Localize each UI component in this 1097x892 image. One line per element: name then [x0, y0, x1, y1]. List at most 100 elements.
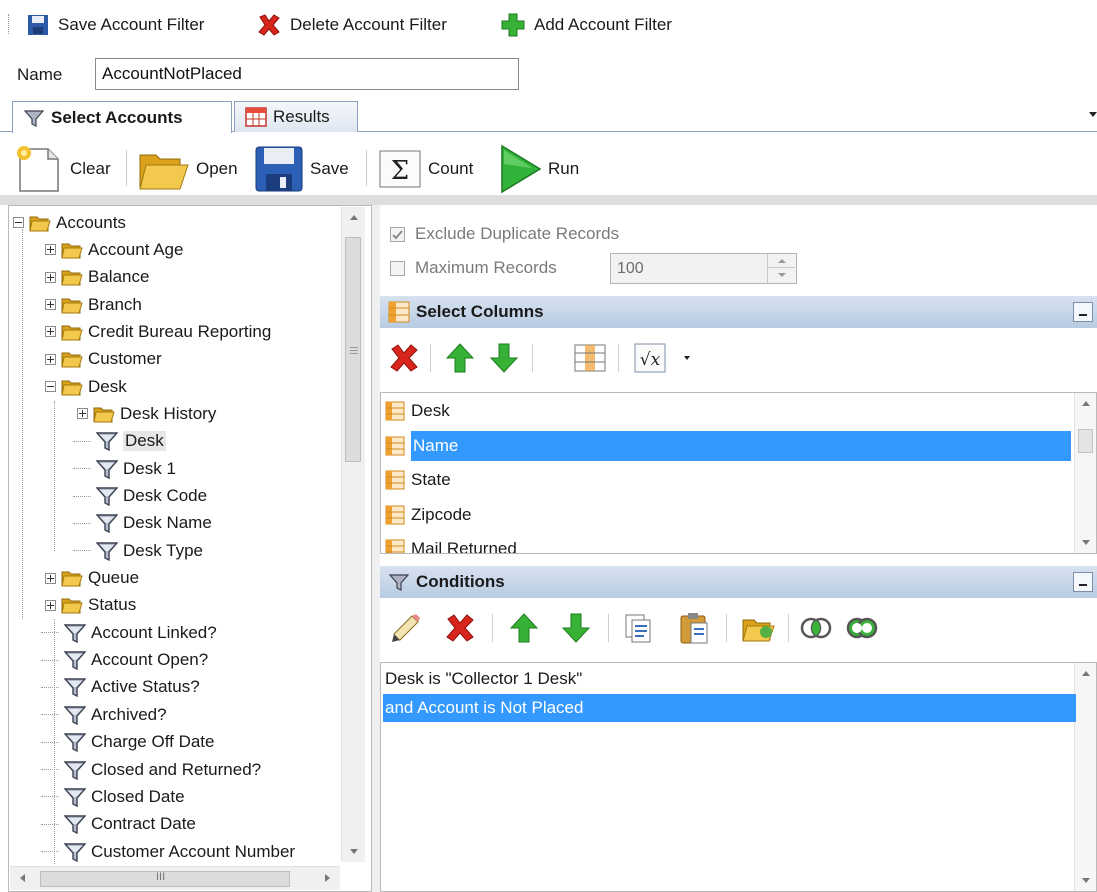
column-item[interactable]: Zipcode [385, 499, 471, 531]
add-account-filter-button[interactable]: Add Account Filter [500, 10, 672, 40]
delete-account-filter-button[interactable]: Delete Account Filter [256, 10, 447, 40]
save-button[interactable]: Save [254, 144, 349, 194]
scroll-thumb[interactable] [1078, 429, 1093, 453]
tree-item[interactable]: Closed Date [41, 783, 185, 810]
tree-item[interactable]: Account Linked? [41, 619, 217, 646]
clear-button[interactable]: Clear [14, 144, 111, 194]
tab-overflow-arrow[interactable] [1089, 112, 1097, 117]
scroll-thumb[interactable]: III [40, 871, 290, 887]
tree-item[interactable]: Queue [45, 565, 139, 592]
column-item[interactable]: Name [385, 430, 1071, 462]
maximum-records-checkbox[interactable] [390, 260, 405, 276]
tree-connector [41, 769, 59, 770]
scroll-right-icon[interactable] [325, 874, 330, 882]
maximum-records-spinner[interactable] [767, 254, 795, 283]
tree-vertical-scrollbar[interactable] [341, 207, 365, 862]
scroll-down-icon[interactable] [1082, 878, 1090, 883]
tree-item[interactable]: Accounts [13, 209, 126, 236]
tree-item[interactable]: Active Status? [41, 674, 200, 701]
expand-icon[interactable] [45, 271, 56, 283]
scroll-down-icon[interactable] [350, 849, 358, 854]
collapse-conditions-button[interactable] [1073, 572, 1093, 592]
tree-horizontal-scrollbar[interactable]: III [10, 866, 340, 890]
move-column-up-button[interactable] [442, 341, 478, 375]
and-condition-button[interactable] [798, 611, 834, 645]
maximum-records-option[interactable]: Maximum Records [390, 255, 557, 281]
collapse-icon[interactable] [13, 217, 24, 228]
spin-up-icon[interactable] [768, 254, 795, 268]
expression-button[interactable]: √x [632, 341, 668, 375]
panel-divider[interactable] [372, 205, 380, 892]
toolbar-separator [608, 614, 609, 642]
collapse-icon[interactable] [45, 381, 56, 393]
expand-icon[interactable] [45, 326, 56, 338]
exclude-duplicates-checkbox[interactable] [390, 226, 405, 242]
tree-item[interactable]: Archived? [41, 701, 167, 728]
scroll-up-icon[interactable] [1082, 401, 1090, 406]
new-document-icon [14, 145, 66, 193]
tree-item[interactable]: Desk [45, 373, 127, 400]
tree-item[interactable]: Desk 1 [73, 455, 176, 482]
expand-icon[interactable] [45, 299, 56, 311]
remove-column-button[interactable] [386, 341, 422, 375]
spin-down-icon[interactable] [768, 268, 795, 282]
tab-select-accounts[interactable]: Select Accounts [12, 101, 232, 133]
open-button[interactable]: Open [136, 144, 238, 194]
copy-condition-button[interactable] [620, 611, 656, 645]
conditions-list-scrollbar[interactable] [1074, 663, 1096, 891]
tree-item[interactable]: Balance [45, 264, 149, 291]
scroll-left-icon[interactable] [20, 874, 25, 882]
expand-icon[interactable] [45, 244, 56, 256]
count-button[interactable]: Σ Count [378, 144, 473, 194]
tree-item[interactable]: Account Open? [41, 647, 208, 674]
expand-icon[interactable] [45, 599, 56, 611]
paste-condition-button[interactable] [676, 611, 712, 645]
move-condition-down-button[interactable] [558, 611, 594, 645]
tree-item[interactable]: Customer Account Number [41, 838, 295, 865]
condition-item[interactable]: Desk is "Collector 1 Desk" [383, 665, 1076, 693]
condition-item[interactable]: and Account is Not Placed [383, 694, 1076, 722]
exclude-duplicates-option[interactable]: Exclude Duplicate Records [390, 221, 619, 247]
expand-icon[interactable] [77, 408, 88, 420]
name-input[interactable] [95, 58, 519, 90]
expand-icon[interactable] [45, 572, 56, 584]
tree-item[interactable]: Desk Code [73, 483, 207, 510]
scroll-down-icon[interactable] [1082, 540, 1090, 545]
tree-item[interactable]: Customer [45, 346, 162, 373]
dropdown-arrow-icon[interactable] [684, 356, 690, 360]
edit-condition-button[interactable] [388, 611, 424, 645]
column-item-label: Name [411, 430, 1071, 461]
tree-item[interactable]: Branch [45, 291, 142, 318]
tree-item[interactable]: Contract Date [41, 811, 196, 838]
tree-item[interactable]: Credit Bureau Reporting [45, 318, 271, 345]
toolbar-separator [430, 344, 431, 372]
collapse-select-columns-button[interactable] [1073, 302, 1093, 322]
scroll-up-icon[interactable] [1082, 671, 1090, 676]
or-condition-button[interactable] [844, 611, 880, 645]
column-item[interactable]: Mail Returned [385, 533, 517, 553]
scroll-thumb[interactable] [345, 237, 361, 462]
tree-item[interactable]: Desk Type [73, 537, 203, 564]
tree-item[interactable]: Desk Name [73, 510, 212, 537]
move-column-down-button[interactable] [486, 341, 522, 375]
tree-item[interactable]: Desk [73, 428, 166, 455]
tree-item[interactable]: Status [45, 592, 136, 619]
save-account-filter-button[interactable]: Save Account Filter [26, 10, 204, 40]
tree-item[interactable]: Desk History [77, 400, 216, 427]
scroll-up-icon[interactable] [350, 215, 358, 220]
column-item[interactable]: State [385, 464, 451, 496]
run-button[interactable]: Run [498, 144, 579, 194]
expand-icon[interactable] [45, 353, 56, 365]
remove-condition-button[interactable] [442, 611, 478, 645]
move-condition-up-button[interactable] [506, 611, 542, 645]
column-properties-button[interactable] [572, 341, 608, 375]
tree-item[interactable]: Closed and Returned? [41, 756, 261, 783]
funnel-icon [64, 649, 86, 671]
tree-item[interactable]: Account Age [45, 236, 183, 263]
tree-item[interactable]: Charge Off Date [41, 729, 214, 756]
columns-list-scrollbar[interactable] [1074, 393, 1096, 553]
tab-results[interactable]: Results [234, 101, 358, 132]
group-condition-button[interactable] [740, 611, 776, 645]
floppy-disk-icon [254, 144, 306, 194]
column-item[interactable]: Desk [385, 395, 450, 427]
